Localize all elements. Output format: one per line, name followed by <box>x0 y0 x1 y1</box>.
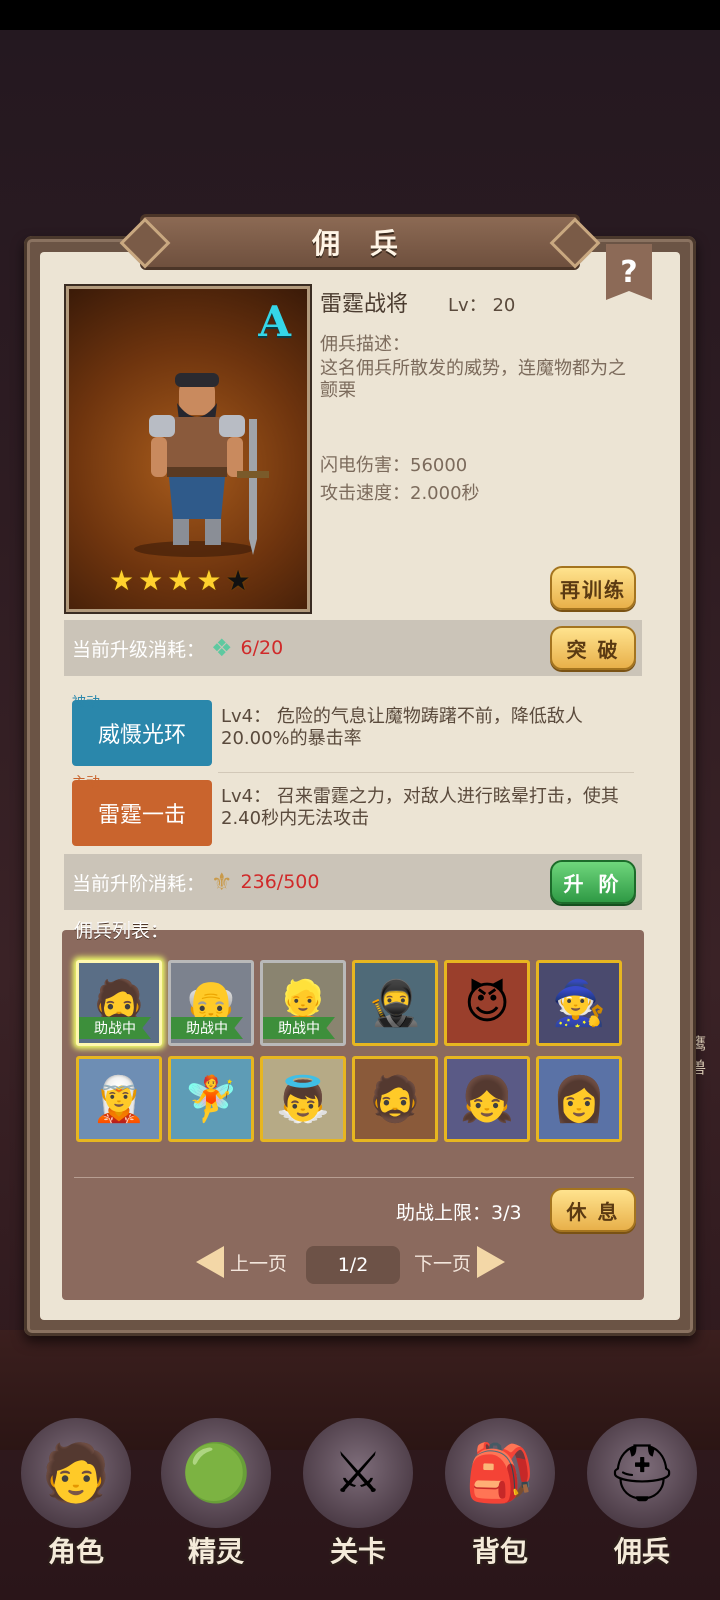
star-filled-icon: ★ <box>138 564 164 597</box>
divider <box>74 1177 634 1178</box>
elf-portrait-icon: 🧚 <box>183 1074 239 1125</box>
page-title: 佣 兵 <box>312 227 408 260</box>
arrow-right-icon <box>477 1246 506 1278</box>
advance-cost-label: 当前升阶消耗： <box>72 872 206 895</box>
nav-label: 背包 <box>471 1535 528 1568</box>
title-banner: 佣 兵 <box>119 214 601 270</box>
roster-slot[interactable]: 🧔 <box>352 1056 438 1142</box>
roster-slot[interactable]: 👩 <box>536 1056 622 1142</box>
arrow-left-icon <box>196 1246 224 1278</box>
star-rating: ★ ★ ★ ★ ★ <box>109 564 251 597</box>
roster-slot[interactable]: 👴 助战中 <box>168 960 254 1046</box>
nav-stage[interactable]: ⚔ 关卡 <box>288 1418 428 1590</box>
roster-slot[interactable]: 🧝 <box>76 1056 162 1142</box>
description-text: 这名佣兵所散发的威势，连魔物都为之颤栗 <box>320 358 626 401</box>
advance-button[interactable]: 升 阶 <box>550 860 636 904</box>
retrain-button[interactable]: 再训练 <box>550 566 636 610</box>
attack-speed-stat: 攻击速度：2.000秒 <box>320 483 480 504</box>
roster-title: 佣兵列表： <box>74 920 170 942</box>
description-label: 佣兵描述： <box>320 334 410 355</box>
nav-label: 角色 <box>47 1535 104 1568</box>
nav-character[interactable]: 🧑 角色 <box>6 1418 146 1590</box>
star-filled-icon: ★ <box>109 564 135 597</box>
mercenary-portrait: A ★ ★ ★ ★ ★ <box>64 284 312 614</box>
rest-button[interactable]: 休 息 <box>550 1188 636 1232</box>
nav-label: 佣兵 <box>613 1535 670 1568</box>
skill-tag-active: 主动 <box>72 775 100 791</box>
prev-page-button[interactable]: 上一页 <box>196 1246 287 1278</box>
assist-badge: 助战中 <box>263 1017 335 1039</box>
green-crystal-icon: ❖ <box>211 634 233 662</box>
demon-girl-portrait-icon: 😈 <box>464 977 510 1029</box>
advance-cost-value: 236/500 <box>240 871 320 893</box>
dwarf-portrait-icon: 🧔 <box>367 1074 423 1125</box>
roster-grid: 🧔 助战中 👴 助战中 👱 助战中 🥷 😈 🧙 🧝 🧚 👼 🧔 👧 👩 <box>76 960 632 1142</box>
status-bar <box>0 0 720 30</box>
angel-portrait-icon: 👼 <box>275 1074 331 1125</box>
star-empty-icon: ★ <box>225 564 251 597</box>
level-value: 20 <box>492 295 516 316</box>
skill-tag-passive: 被动 <box>72 695 100 711</box>
level-label: Lv： <box>448 295 487 316</box>
roster-slot[interactable]: 🧙 <box>536 960 622 1046</box>
nav-label: 关卡 <box>329 1535 386 1568</box>
ice-maiden-portrait-icon: 🧝 <box>91 1074 147 1125</box>
wizard-portrait-icon: 🧙 <box>551 978 607 1029</box>
horned-girl-portrait-icon: 👧 <box>459 1074 515 1125</box>
skill-row-passive: 威慑光环 被动 Lv4： 危险的气息让魔物踌躇不前，降低敌人20.00%的暴击率 <box>64 692 642 770</box>
warrior-sprite-icon <box>134 373 269 557</box>
star-filled-icon: ★ <box>196 564 222 597</box>
grade-badge: A <box>258 297 291 346</box>
next-page-button[interactable]: 下一页 <box>414 1246 506 1278</box>
nav-mercenary[interactable]: ⛑ 佣兵 <box>572 1418 712 1590</box>
next-page-label: 下一页 <box>414 1252 472 1275</box>
redhead-portrait-icon: 👩 <box>551 1074 607 1125</box>
mercenary-name: 雷霆战将 <box>320 292 409 317</box>
upgrade-cost-label: 当前升级消耗： <box>72 638 206 661</box>
roster-slot[interactable]: 😈 <box>444 960 530 1046</box>
nav-spirit[interactable]: 🟢 精灵 <box>146 1418 286 1590</box>
roster-slot[interactable]: 👼 <box>260 1056 346 1142</box>
ninja-portrait-icon: 🥷 <box>367 978 423 1029</box>
star-filled-icon: ★ <box>167 564 193 597</box>
assist-badge: 助战中 <box>171 1017 243 1039</box>
helmet-icon: ⛑ <box>587 1418 697 1528</box>
assist-badge: 助战中 <box>79 1017 151 1039</box>
prev-page-label: 上一页 <box>230 1252 288 1275</box>
swords-icon: ⚔ <box>303 1418 413 1528</box>
page-indicator: 1/2 <box>306 1246 400 1284</box>
character-icon: 🧑 <box>21 1418 131 1528</box>
mercenary-info: 雷霆战将 Lv： 20 佣兵描述： 这名佣兵所散发的威势，连魔物都为之颤栗 <box>320 286 640 402</box>
skill-desc-active: Lv4： 召来雷霆之力，对敌人进行眩晕打击，使其2.40秒内无法攻击 <box>221 786 619 829</box>
skill-row-active: 雷霆一击 主动 Lv4： 召来雷霆之力，对敌人进行眩晕打击，使其2.40秒内无法… <box>64 772 642 850</box>
skill-desc-passive: Lv4： 危险的气息让魔物踌躇不前，降低敌人20.00%的暴击率 <box>221 706 583 749</box>
roster-slot[interactable]: 🧚 <box>168 1056 254 1142</box>
roster-slot[interactable]: 👱 助战中 <box>260 960 346 1046</box>
backpack-icon: 🎒 <box>445 1418 555 1528</box>
nav-bag[interactable]: 🎒 背包 <box>430 1418 570 1590</box>
roster-slot[interactable]: 🧔 助战中 <box>76 960 162 1046</box>
level-display: Lv： 20 <box>448 291 515 317</box>
breakthrough-button[interactable]: 突 破 <box>550 626 636 670</box>
gold-emblem-icon: ⚜ <box>211 868 233 896</box>
roster-slot[interactable]: 👧 <box>444 1056 530 1142</box>
roster-slot[interactable]: 🥷 <box>352 960 438 1046</box>
assist-limit: 助战上限：3/3 <box>396 1202 522 1224</box>
stats-block: 闪电伤害：56000 攻击速度：2.000秒 <box>320 452 480 508</box>
upgrade-cost-value: 6/20 <box>240 637 284 659</box>
nav-label: 精灵 <box>187 1535 244 1568</box>
lightning-damage-stat: 闪电伤害：56000 <box>320 455 468 476</box>
spirit-icon: 🟢 <box>161 1418 271 1528</box>
bottom-nav: 🧑 角色 🟢 精灵 ⚔ 关卡 🎒 背包 ⛑ 佣兵 <box>0 1408 720 1600</box>
